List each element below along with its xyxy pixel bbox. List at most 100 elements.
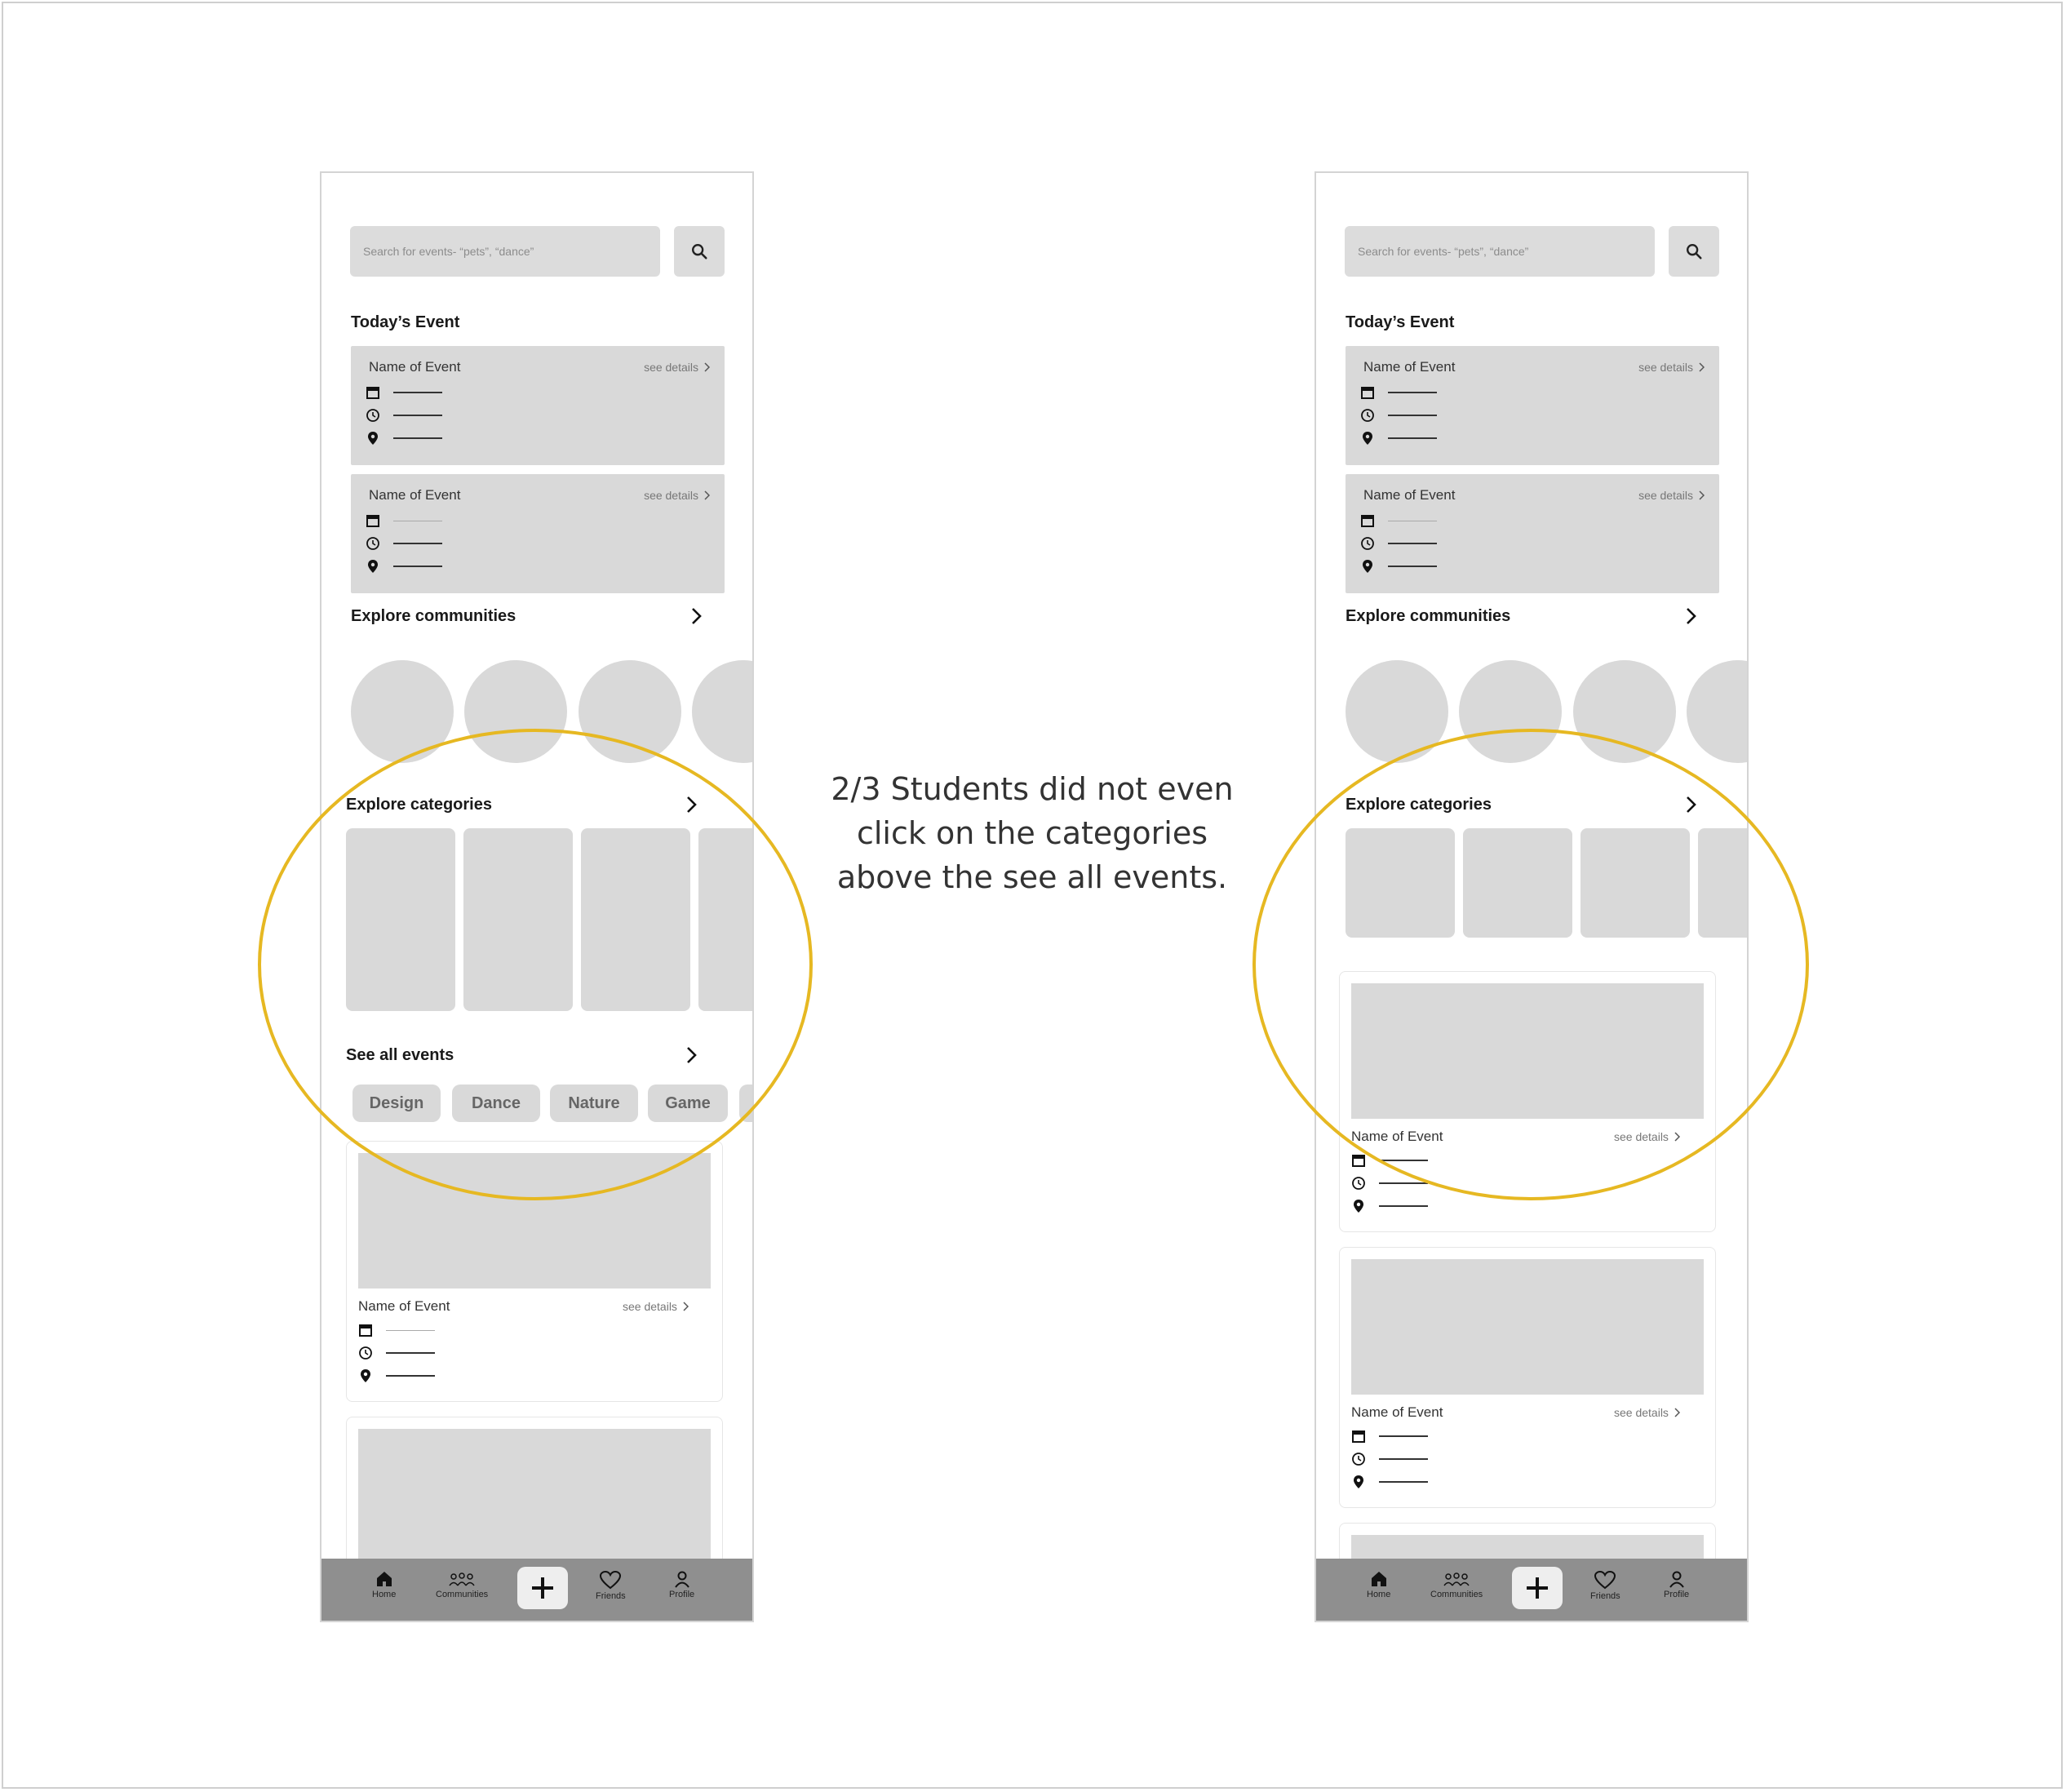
chip-design[interactable]: Design [352, 1085, 441, 1122]
event-card-large[interactable]: Name of Event see details [1339, 971, 1716, 1232]
bottom-nav: Home Communities Friends Profile [321, 1559, 752, 1621]
note-line: click on the categories [856, 815, 1208, 851]
event-card[interactable]: Name of Event see details [351, 346, 725, 465]
category-tile[interactable] [463, 828, 573, 1011]
event-image-placeholder [358, 1153, 711, 1289]
calendar-icon [1361, 515, 1374, 527]
event-name: Name of Event [1351, 1404, 1443, 1420]
calendar-icon [366, 387, 379, 399]
community-avatar[interactable] [579, 660, 681, 763]
see-details-link[interactable]: see details [644, 361, 710, 374]
plus-icon [1527, 1577, 1548, 1599]
chevron-right-icon[interactable] [690, 607, 702, 625]
see-details-link[interactable]: see details [1614, 1406, 1680, 1419]
calendar-icon [359, 1324, 372, 1337]
chevron-right-icon[interactable] [685, 1046, 697, 1064]
search-button[interactable] [1669, 226, 1719, 277]
chevron-right-icon [704, 362, 710, 372]
nav-friends[interactable]: Friends [1590, 1570, 1620, 1601]
search-icon [1687, 244, 1702, 259]
chip-game[interactable]: Game [648, 1085, 728, 1122]
category-tile[interactable] [581, 828, 690, 1011]
location-pin-icon [368, 432, 378, 445]
note-line: 2/3 Students did not even [831, 771, 1234, 807]
event-name: Name of Event [1363, 359, 1456, 375]
community-avatar[interactable] [692, 660, 752, 763]
chevron-right-icon [1699, 490, 1705, 500]
chip-dance[interactable]: Dance [452, 1085, 540, 1122]
person-icon [674, 1571, 689, 1588]
see-all-events-title: See all events [346, 1046, 454, 1064]
see-details-link[interactable]: see details [1638, 489, 1705, 502]
see-details-link[interactable]: see details [644, 489, 710, 502]
category-tile[interactable] [698, 828, 752, 1011]
category-tile[interactable] [1581, 828, 1690, 938]
todays-event-title: Today’s Event [1346, 313, 1455, 331]
nav-profile[interactable]: Profile [1664, 1570, 1689, 1599]
explore-categories-title: Explore categories [346, 796, 492, 814]
nav-home[interactable]: Home [372, 1570, 396, 1599]
chip-nature[interactable]: Nature [550, 1085, 638, 1122]
event-card[interactable]: Name of Event see details [1346, 474, 1719, 593]
nav-friends[interactable]: Friends [596, 1570, 626, 1601]
category-tile[interactable] [1463, 828, 1572, 938]
nav-home[interactable]: Home [1367, 1570, 1390, 1599]
explore-communities-title: Explore communities [351, 607, 516, 625]
chip-more[interactable] [739, 1085, 752, 1122]
see-details-link[interactable]: see details [1638, 361, 1705, 374]
search-button[interactable] [674, 226, 725, 277]
chevron-right-icon [1699, 362, 1705, 372]
location-pin-icon [368, 560, 378, 573]
nav-communities[interactable]: Communities [436, 1570, 488, 1599]
chevron-right-icon[interactable] [1685, 796, 1696, 814]
clock-icon [366, 409, 379, 422]
chevron-right-icon[interactable] [685, 796, 697, 814]
event-image-placeholder [1351, 1259, 1704, 1395]
search-input[interactable]: Search for events- “pets”, “dance” [1345, 226, 1655, 277]
calendar-icon [366, 515, 379, 527]
clock-icon [1352, 1177, 1365, 1190]
community-avatar[interactable] [1573, 660, 1676, 763]
community-avatar[interactable] [1346, 660, 1448, 763]
nav-communities[interactable]: Communities [1430, 1570, 1483, 1599]
note-line: above the see all events. [836, 859, 1228, 895]
phone-screen-revised: Search for events- “pets”, “dance” Today… [1315, 171, 1749, 1622]
event-card[interactable]: Name of Event see details [351, 474, 725, 593]
add-event-button[interactable] [517, 1567, 568, 1609]
event-name: Name of Event [369, 487, 461, 503]
chevron-right-icon [704, 490, 710, 500]
category-tile[interactable] [1698, 828, 1747, 938]
person-icon [1669, 1571, 1684, 1588]
community-avatar[interactable] [1687, 660, 1747, 763]
event-card[interactable]: Name of Event see details [1346, 346, 1719, 465]
home-icon [376, 1572, 392, 1586]
category-tile[interactable] [1346, 828, 1455, 938]
heart-icon [600, 1570, 622, 1590]
calendar-icon [1352, 1155, 1365, 1167]
see-details-link[interactable]: see details [623, 1300, 689, 1313]
search-input[interactable]: Search for events- “pets”, “dance” [350, 226, 660, 277]
community-avatar[interactable] [351, 660, 454, 763]
todays-event-title: Today’s Event [351, 313, 460, 331]
add-event-button[interactable] [1512, 1567, 1563, 1609]
event-image-placeholder [1351, 983, 1704, 1119]
phone-screen-original: Search for events- “pets”, “dance” Today… [320, 171, 754, 1622]
people-group-icon [449, 1572, 475, 1586]
event-card-large[interactable]: Name of Event see details [346, 1141, 723, 1402]
nav-profile[interactable]: Profile [669, 1570, 694, 1599]
chevron-right-icon [1674, 1408, 1680, 1417]
clock-icon [359, 1346, 372, 1360]
see-details-link[interactable]: see details [1614, 1130, 1680, 1143]
bottom-nav: Home Communities Friends Profile [1316, 1559, 1747, 1621]
home-icon [1371, 1572, 1386, 1586]
location-pin-icon [1354, 1475, 1363, 1488]
usability-note: 2/3 Students did not even click on the c… [783, 767, 1281, 899]
chevron-right-icon[interactable] [1685, 607, 1696, 625]
community-avatar[interactable] [464, 660, 567, 763]
event-card-large[interactable]: Name of Event see details [1339, 1247, 1716, 1508]
event-image-placeholder [358, 1429, 711, 1564]
search-icon [692, 244, 707, 259]
category-tile[interactable] [346, 828, 455, 1011]
people-group-icon [1443, 1572, 1470, 1586]
community-avatar[interactable] [1459, 660, 1562, 763]
